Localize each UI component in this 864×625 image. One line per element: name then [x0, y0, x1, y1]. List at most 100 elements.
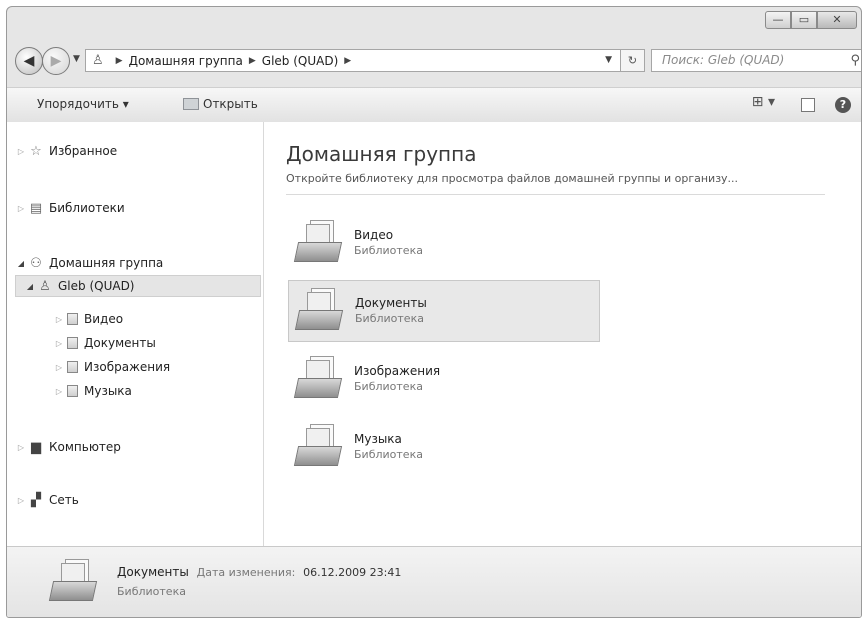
arrow-left-icon: ◀ [23, 53, 35, 69]
address-bar[interactable]: ♙ ▶ Домашняя группа ▶ Gleb (QUAD) ▶ ▼ [85, 49, 621, 72]
nav-item-user[interactable]: ◢ ♙ Gleb (QUAD) [15, 275, 261, 297]
library-icon [293, 286, 347, 336]
library-icon [47, 557, 101, 607]
date-value: 06.12.2009 23:41 [303, 566, 402, 579]
collapse-arrow-icon[interactable]: ◢ [15, 259, 27, 268]
star-icon: ☆ [30, 143, 42, 159]
tile-type: Библиотека [354, 244, 423, 257]
details-date-value: 06.12.2009 23:41 [303, 566, 401, 579]
details-name: Документы [117, 565, 189, 579]
history-dropdown[interactable]: ▼ [73, 54, 80, 64]
library-icon [67, 313, 78, 325]
network-icon: ▞ [31, 492, 41, 508]
address-dropdown-icon[interactable]: ▼ [605, 55, 612, 65]
homegroup-icon: ⚇ [30, 255, 42, 271]
details-title: Документы Дата изменения: 06.12.2009 23:… [117, 565, 401, 579]
explorer-window: — ▭ ✕ ◀ ▶ ▼ ♙ ▶ Домашняя группа ▶ Gleb (… [6, 6, 862, 618]
organize-menu[interactable]: Упорядочить ▾ [37, 97, 129, 111]
nav-item-favorites[interactable]: ▷ ☆ Избранное [15, 140, 117, 162]
user-icon: ♙ [92, 53, 104, 68]
expand-arrow-icon[interactable]: ▷ [53, 315, 65, 324]
tile-type: Библиотека [355, 312, 424, 325]
nav-item-network[interactable]: ▷ ▞ Сеть [15, 489, 79, 511]
content-area: ▷ ☆ Избранное ▷ ▤ Библиотеки ◢ ⚇ Домашня… [7, 122, 861, 547]
nav-label: Музыка [84, 384, 132, 398]
main-pane: Домашняя группа Откройте библиотеку для … [264, 122, 861, 547]
expand-arrow-icon[interactable]: ▷ [53, 363, 65, 372]
command-bar: Упорядочить ▾ Открыть ⊞ ▾ ? [7, 87, 861, 123]
help-icon[interactable]: ? [835, 97, 851, 113]
library-icon: ▤ [29, 200, 43, 216]
search-placeholder: Поиск: Gleb (QUAD) [662, 53, 785, 67]
nav-label: Изображения [84, 360, 171, 374]
tile-name: Документы [355, 296, 427, 310]
nav-item-video[interactable]: ▷ Видео [53, 308, 123, 330]
forward-button[interactable]: ▶ [42, 47, 70, 75]
change-view-button[interactable]: ⊞ ▾ [752, 94, 775, 110]
breadcrumb-homegroup[interactable]: Домашняя группа [129, 54, 243, 68]
nav-label: Домашняя группа [49, 256, 164, 270]
arrow-right-icon: ▶ [50, 53, 62, 69]
nav-label: Избранное [49, 144, 118, 158]
expand-arrow-icon[interactable]: ▷ [15, 443, 27, 452]
nav-label: Библиотеки [49, 201, 125, 215]
nav-label: Документы [84, 336, 156, 350]
maximize-button[interactable]: ▭ [791, 11, 817, 29]
back-button[interactable]: ◀ [15, 47, 43, 75]
folder-icon [183, 98, 199, 110]
library-tile-documents[interactable]: Документы Библиотека [288, 280, 600, 342]
nav-item-pictures[interactable]: ▷ Изображения [53, 356, 170, 378]
library-tile-music[interactable]: Музыка Библиотека [288, 416, 600, 478]
nav-label: Gleb (QUAD) [58, 279, 135, 293]
library-tile-pictures[interactable]: Изображения Библиотека [288, 348, 600, 410]
tile-name: Изображения [354, 364, 441, 378]
nav-item-documents[interactable]: ▷ Документы [53, 332, 156, 354]
tile-name: Музыка [354, 432, 402, 446]
search-icon[interactable]: ⚲ [850, 50, 860, 71]
nav-item-libraries[interactable]: ▷ ▤ Библиотеки [15, 197, 125, 219]
minimize-button[interactable]: — [765, 11, 791, 29]
details-pane: Документы Дата изменения: 06.12.2009 23:… [7, 546, 861, 617]
library-icon [292, 354, 346, 404]
details-date-label: Дата изменения: [196, 566, 296, 579]
refresh-button[interactable]: ↻ [621, 49, 645, 72]
breadcrumb-user[interactable]: Gleb (QUAD) [262, 54, 339, 68]
navigation-pane: ▷ ☆ Избранное ▷ ▤ Библиотеки ◢ ⚇ Домашня… [7, 122, 264, 547]
expand-arrow-icon[interactable]: ▷ [15, 204, 27, 213]
address-row: ◀ ▶ ▼ ♙ ▶ Домашняя группа ▶ Gleb (QUAD) … [15, 45, 861, 77]
preview-pane-icon[interactable] [801, 98, 815, 112]
expand-arrow-icon[interactable]: ▷ [15, 147, 27, 156]
close-button[interactable]: ✕ [817, 11, 857, 29]
nav-item-homegroup[interactable]: ◢ ⚇ Домашняя группа [15, 252, 163, 274]
chevron-right-icon[interactable]: ▶ [116, 56, 123, 66]
chevron-right-icon[interactable]: ▶ [249, 56, 256, 66]
chevron-right-icon[interactable]: ▶ [344, 56, 351, 66]
user-icon: ♙ [39, 278, 51, 294]
nav-item-music[interactable]: ▷ Музыка [53, 380, 132, 402]
nav-item-computer[interactable]: ▷ ▆ Компьютер [15, 436, 121, 458]
library-icon [292, 218, 346, 268]
computer-icon: ▆ [31, 439, 41, 455]
tile-name: Видео [354, 228, 394, 242]
library-icon [67, 385, 78, 397]
nav-label: Компьютер [49, 440, 121, 454]
expand-arrow-icon[interactable]: ▷ [53, 339, 65, 348]
expand-arrow-icon[interactable]: ▷ [15, 496, 27, 505]
collapse-arrow-icon[interactable]: ◢ [24, 282, 36, 291]
library-tile-video[interactable]: Видео Библиотека [288, 212, 600, 274]
tile-type: Библиотека [354, 448, 423, 461]
expand-arrow-icon[interactable]: ▷ [53, 387, 65, 396]
search-input[interactable]: Поиск: Gleb (QUAD) ⚲ [651, 49, 861, 72]
divider [286, 194, 825, 195]
library-icon [67, 337, 78, 349]
open-button[interactable]: Открыть [183, 97, 258, 111]
open-label: Открыть [203, 97, 258, 111]
library-icon [67, 361, 78, 373]
nav-label: Видео [84, 312, 124, 326]
nav-label: Сеть [49, 493, 79, 507]
details-type: Библиотека [117, 585, 186, 598]
library-icon [292, 422, 346, 472]
tile-type: Библиотека [354, 380, 423, 393]
page-title: Домашняя группа [286, 142, 477, 166]
page-subtitle: Откройте библиотеку для просмотра файлов… [286, 172, 739, 185]
